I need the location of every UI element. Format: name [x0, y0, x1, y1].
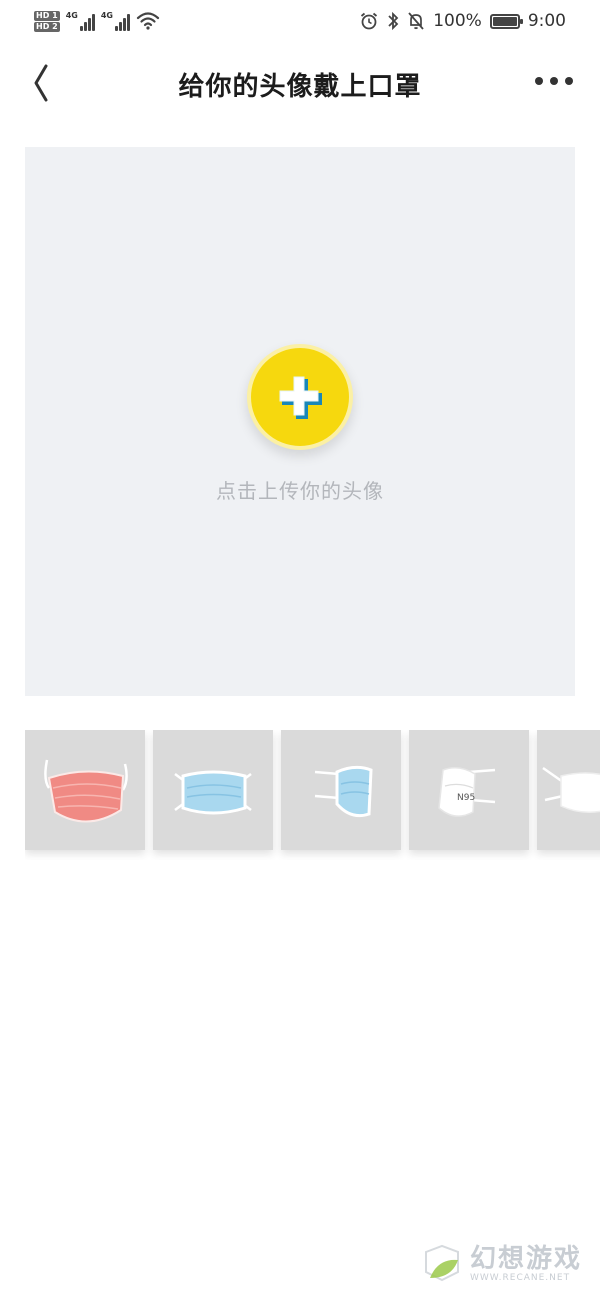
signal-1-icon: 4G [66, 11, 95, 31]
n95-label: N95 [457, 793, 475, 803]
blue-mask-icon [174, 770, 252, 815]
wifi-icon [136, 12, 160, 30]
alarm-icon [361, 12, 378, 30]
n95-mask-icon: N95 [438, 767, 496, 817]
status-bar-left: HD 1 HD 2 4G 4G [34, 10, 160, 32]
network-1-label: 4G [65, 11, 78, 20]
mute-bell-icon [408, 12, 424, 30]
watermark-logo: 幻想游戏 WWW.RECANE.NET [420, 1244, 582, 1284]
mask-tile-n95[interactable]: N95 [409, 730, 529, 850]
mask-tile-blue[interactable] [153, 730, 273, 850]
clock: 9:00 [527, 11, 566, 31]
sim1-hd-badge: HD 1 [34, 10, 60, 21]
page-title: 给你的头像戴上口罩 [178, 72, 422, 102]
more-options-button[interactable] [530, 66, 578, 96]
nav-bar: 给你的头像戴上口罩 [0, 52, 600, 112]
status-bar: HD 1 HD 2 4G 4G 100% 9:00 [0, 0, 600, 42]
more-dot-icon [565, 77, 573, 85]
mask-tile-blue-side[interactable] [281, 730, 401, 850]
plus-icon [279, 376, 322, 419]
mask-tile-white[interactable] [537, 730, 600, 850]
battery-icon [489, 13, 523, 29]
mask-tile-pink[interactable] [25, 730, 145, 850]
more-dot-icon [550, 77, 558, 85]
pink-mask-icon [44, 759, 128, 823]
hd-indicators: HD 1 HD 2 [34, 10, 60, 32]
mask-strip[interactable]: N95 [25, 730, 600, 860]
leaf-logo-icon [424, 1244, 459, 1282]
white-mask-icon [542, 766, 600, 813]
upload-hint-text: 点击上传你的头像 [216, 479, 384, 503]
bluetooth-icon [388, 11, 399, 31]
status-bar-right: 100% 9:00 [359, 11, 566, 31]
screen: HD 1 HD 2 4G 4G 100% 9:00 给你的头像戴上口罩 点击上传… [0, 0, 600, 1300]
sim2-hd-badge: HD 2 [34, 21, 60, 32]
more-dot-icon [535, 77, 543, 85]
watermark-url: WWW.RECANE.NET [469, 1273, 571, 1283]
watermark-title: 幻想游戏 [469, 1244, 582, 1274]
battery-percent: 100% [433, 11, 482, 31]
blue-side-mask-icon [314, 765, 373, 818]
upload-plus-button[interactable] [247, 344, 353, 450]
signal-2-icon: 4G [101, 11, 130, 31]
network-2-label: 4G [100, 11, 113, 20]
watermark-text: 幻想游戏 WWW.RECANE.NET [470, 1245, 582, 1283]
battery-fill [492, 16, 517, 26]
avatar-upload-area[interactable]: 点击上传你的头像 [25, 147, 575, 696]
